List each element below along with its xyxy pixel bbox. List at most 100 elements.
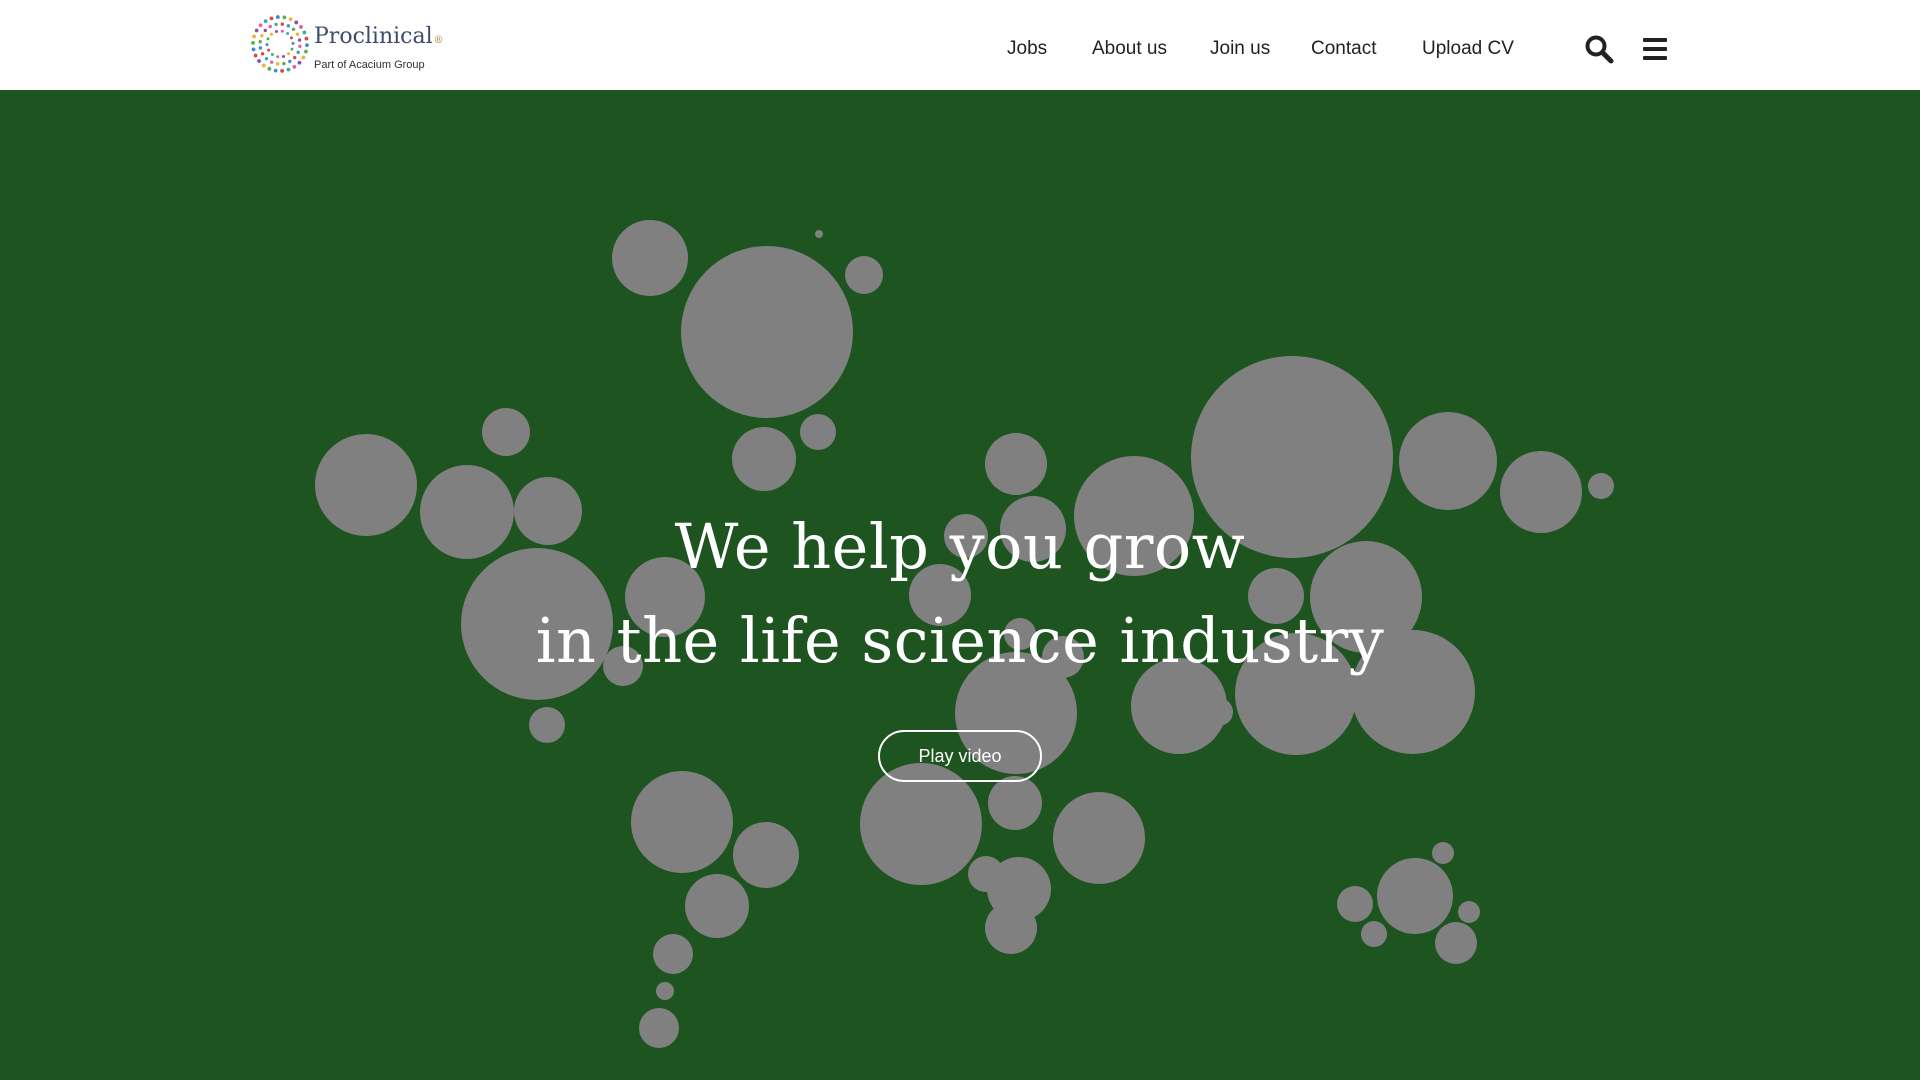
logo-dot bbox=[293, 55, 297, 60]
logo-dot bbox=[251, 47, 256, 52]
logo-dot bbox=[269, 16, 274, 21]
logo-dot bbox=[305, 43, 309, 48]
map-bubble bbox=[653, 934, 693, 974]
map-bubble bbox=[1399, 412, 1497, 510]
map-bubble bbox=[1588, 473, 1614, 499]
logo-dot bbox=[258, 40, 262, 44]
map-bubble bbox=[639, 1008, 679, 1048]
logo-dot bbox=[295, 32, 300, 36]
search-button[interactable] bbox=[1584, 34, 1614, 64]
logo-dot bbox=[302, 30, 307, 35]
logo-dot bbox=[304, 49, 308, 54]
logo-dot bbox=[260, 33, 264, 38]
map-bubble bbox=[985, 433, 1047, 495]
map-bubble bbox=[656, 982, 674, 1000]
map-bubble bbox=[988, 776, 1042, 830]
logo-dot bbox=[280, 69, 285, 73]
proclinical-logo-mark-icon bbox=[251, 15, 309, 73]
map-bubble bbox=[612, 220, 688, 296]
menu-button[interactable] bbox=[1640, 34, 1670, 64]
search-icon bbox=[1585, 35, 1614, 64]
logo-dot bbox=[258, 46, 263, 50]
map-bubble bbox=[1053, 792, 1145, 884]
logo-dot bbox=[289, 36, 293, 40]
logo-dot bbox=[266, 37, 270, 41]
site-header: Proclinical® Part of Acacium Group Jobs … bbox=[0, 0, 1920, 90]
logo-dot bbox=[268, 24, 272, 29]
nav-item-join-us[interactable]: Join us bbox=[1210, 38, 1270, 60]
logo-dot bbox=[254, 28, 259, 33]
hamburger-menu-icon bbox=[1643, 38, 1667, 60]
logo-dot bbox=[261, 63, 266, 68]
logo-wordmark: Proclinical® bbox=[314, 24, 444, 49]
logo-dot bbox=[253, 53, 258, 58]
map-bubble bbox=[529, 707, 565, 743]
logo-dot bbox=[282, 61, 286, 66]
logo-dot bbox=[276, 62, 280, 66]
logo-dot bbox=[265, 43, 269, 47]
hero-headline-line-2: in the life science industry bbox=[535, 604, 1385, 677]
map-bubble bbox=[1361, 921, 1387, 947]
logo-dot bbox=[280, 29, 284, 33]
logo-dot bbox=[294, 20, 299, 25]
proclinical-logo[interactable]: Proclinical® Part of Acacium Group bbox=[248, 12, 444, 76]
play-video-button[interactable]: Play video bbox=[878, 730, 1042, 782]
map-bubble bbox=[1337, 886, 1373, 922]
logo-dot bbox=[267, 48, 271, 52]
map-bubble bbox=[732, 427, 796, 491]
map-bubble bbox=[482, 408, 530, 456]
nav-item-about-us[interactable]: About us bbox=[1092, 38, 1167, 60]
logo-dot bbox=[263, 19, 268, 24]
world-map-bubbles bbox=[315, 220, 1614, 1048]
map-bubble bbox=[845, 256, 883, 294]
logo-tagline: Part of Acacium Group bbox=[314, 59, 425, 71]
logo-dot bbox=[276, 55, 280, 59]
logo-dot bbox=[290, 47, 294, 51]
map-bubble bbox=[685, 874, 749, 938]
logo-dot bbox=[263, 28, 267, 33]
nav-item-contact[interactable]: Contact bbox=[1311, 38, 1376, 60]
logo-dot bbox=[269, 32, 273, 36]
logo-dot bbox=[282, 15, 287, 20]
logo-dot bbox=[287, 52, 291, 56]
map-bubble bbox=[1205, 698, 1233, 726]
logo-dot bbox=[251, 40, 255, 45]
logo-dot bbox=[270, 53, 274, 57]
map-bubble bbox=[1432, 842, 1454, 864]
logo-dot bbox=[273, 68, 278, 73]
logo-dot bbox=[260, 52, 265, 56]
logo-dot bbox=[274, 22, 278, 27]
map-bubble bbox=[733, 822, 799, 888]
logo-dot bbox=[264, 57, 269, 61]
map-bubble bbox=[1435, 922, 1477, 964]
map-bubble bbox=[968, 856, 1004, 892]
logo-dot bbox=[252, 34, 256, 39]
map-bubble bbox=[1458, 901, 1480, 923]
logo-dot bbox=[296, 50, 300, 55]
logo-dot bbox=[258, 23, 263, 28]
logo-dot bbox=[298, 44, 302, 48]
logo-dot bbox=[286, 67, 291, 72]
logo-dot bbox=[301, 55, 306, 60]
logo-dot bbox=[288, 59, 292, 64]
logo-dot bbox=[280, 22, 284, 26]
logo-dot bbox=[291, 27, 296, 31]
logo-dot bbox=[275, 29, 279, 33]
hero-section: We help you grow in the life science ind… bbox=[0, 90, 1920, 1080]
logo-dot bbox=[288, 17, 293, 22]
map-bubble bbox=[631, 771, 733, 873]
map-bubble bbox=[985, 902, 1037, 954]
logo-dot bbox=[257, 59, 261, 63]
logo-dot bbox=[297, 60, 302, 65]
nav-item-upload-cv[interactable]: Upload CV bbox=[1422, 38, 1514, 60]
logo-dot bbox=[297, 38, 302, 42]
map-bubble bbox=[1377, 858, 1453, 934]
logo-dot bbox=[286, 24, 291, 28]
logo-dot bbox=[291, 41, 295, 45]
hero-headline-line-1: We help you grow bbox=[674, 510, 1246, 583]
logo-dot bbox=[299, 25, 303, 29]
nav-item-jobs[interactable]: Jobs bbox=[1007, 38, 1047, 60]
logo-dot bbox=[304, 36, 309, 41]
logo-dot bbox=[269, 60, 274, 64]
logo-dot bbox=[275, 15, 280, 19]
